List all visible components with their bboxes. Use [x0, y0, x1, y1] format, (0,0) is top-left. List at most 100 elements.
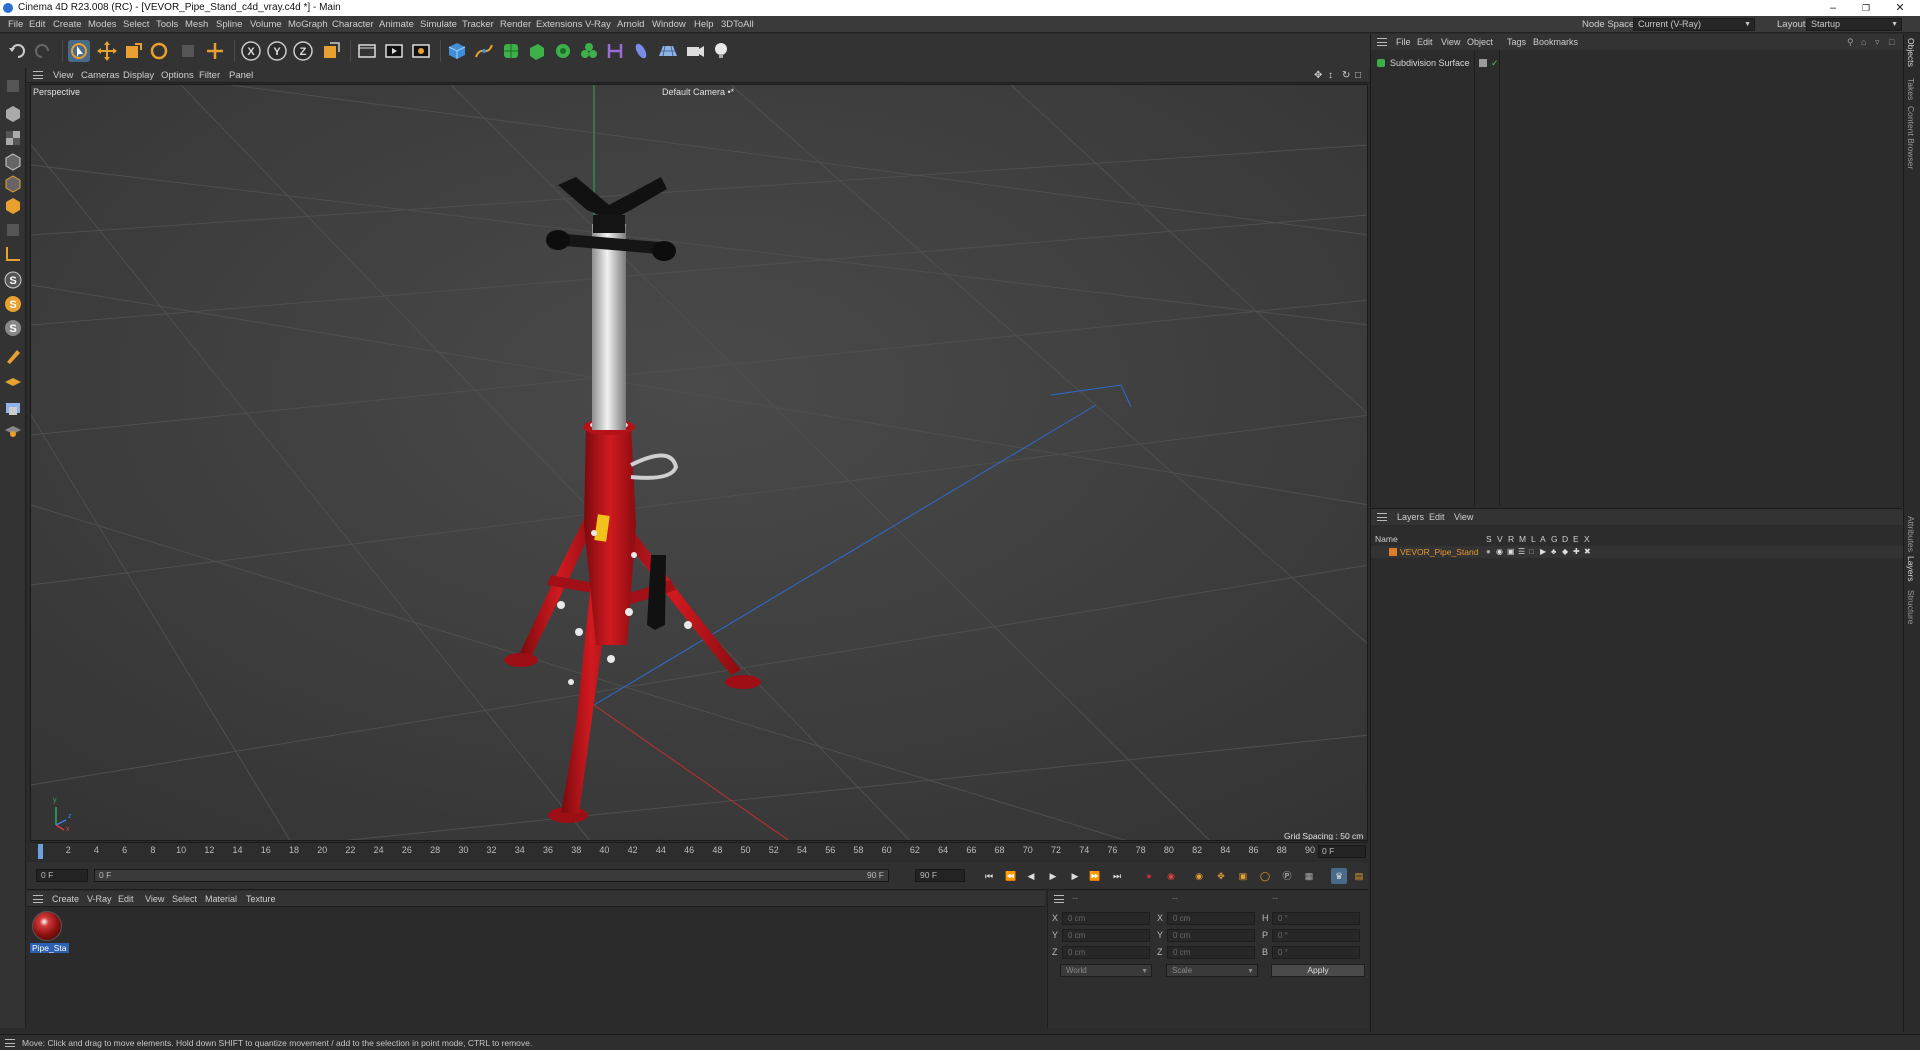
close-button[interactable]: ✕: [1885, 0, 1915, 16]
layers-menu-view[interactable]: View: [1454, 509, 1473, 525]
workplane-icon[interactable]: [3, 244, 23, 264]
menu-animate[interactable]: Animate: [379, 16, 414, 33]
material-menu-view[interactable]: View: [145, 891, 164, 907]
autokey-icon[interactable]: ◉: [1163, 868, 1179, 884]
play-icon[interactable]: ▶: [1045, 868, 1061, 884]
previous-frame-icon[interactable]: ◀: [1023, 868, 1039, 884]
workplane-lock-icon[interactable]: [3, 420, 23, 440]
render-icon[interactable]: ▣: [1507, 546, 1515, 558]
texture-mode-icon[interactable]: [3, 128, 23, 148]
parameter-key-icon[interactable]: Ⓟ: [1279, 868, 1295, 884]
objects-menu-tags[interactable]: Tags: [1507, 34, 1526, 50]
undo-icon[interactable]: [6, 40, 28, 62]
rotation-key-icon[interactable]: ◯: [1257, 868, 1273, 884]
xref-icon[interactable]: ✖: [1584, 546, 1591, 558]
hamburger-menu-icon[interactable]: [33, 895, 43, 903]
material-menu-material[interactable]: Material: [205, 891, 237, 907]
objects-menu-edit[interactable]: Edit: [1417, 34, 1433, 50]
pla-key-icon[interactable]: ▦: [1301, 868, 1317, 884]
hamburger-menu-icon[interactable]: [1054, 895, 1064, 903]
enabled-check-icon[interactable]: ✓: [1491, 57, 1499, 70]
render-to-picture-viewer-icon[interactable]: [383, 40, 405, 62]
menu-edit[interactable]: Edit: [29, 16, 45, 33]
eye-icon[interactable]: ◉: [1496, 546, 1503, 558]
pos-x-field[interactable]: 0 cm: [1062, 912, 1150, 925]
menu-spline[interactable]: Spline: [216, 16, 242, 33]
go-to-start-icon[interactable]: ⏮: [981, 868, 997, 884]
pos-z-field[interactable]: 0 cm: [1062, 946, 1150, 959]
x-axis-lock-icon[interactable]: X: [240, 40, 262, 62]
camera-name-label[interactable]: Default Camera •*: [662, 87, 734, 97]
menu-select[interactable]: Select: [123, 16, 149, 33]
grid-icon[interactable]: [3, 374, 23, 394]
menu-volume[interactable]: Volume: [250, 16, 282, 33]
y-axis-lock-icon[interactable]: Y: [266, 40, 288, 62]
redo-icon[interactable]: [32, 40, 54, 62]
layer-color-swatch[interactable]: [1389, 548, 1397, 556]
solo-dot-icon[interactable]: ●: [1486, 546, 1491, 558]
record-active-icon[interactable]: ●: [1141, 868, 1157, 884]
tab-layers[interactable]: Layers: [1906, 556, 1916, 582]
material-menu-create[interactable]: Create: [52, 891, 79, 907]
pen-spline-icon[interactable]: [473, 40, 495, 62]
scale-key-icon[interactable]: ▣: [1235, 868, 1251, 884]
move-icon[interactable]: [96, 40, 118, 62]
mograph-icon[interactable]: [578, 40, 600, 62]
search-icon[interactable]: ⚲: [1847, 34, 1854, 50]
new-window-icon[interactable]: □: [1889, 34, 1894, 50]
go-to-end-icon[interactable]: ⏭: [1109, 868, 1125, 884]
layer-col-render[interactable]: R: [1508, 533, 1514, 545]
menu-window[interactable]: Window: [652, 16, 686, 33]
hamburger-menu-icon[interactable]: [1377, 513, 1387, 521]
light-icon[interactable]: [710, 40, 732, 62]
hamburger-menu-icon[interactable]: [5, 1039, 15, 1047]
layer-col-manager[interactable]: M: [1519, 533, 1526, 545]
size-y-field[interactable]: 0 cm: [1167, 929, 1255, 942]
objects-menu-file[interactable]: File: [1396, 34, 1411, 50]
rotate-icon[interactable]: [148, 40, 170, 62]
live-selection-icon[interactable]: [68, 40, 90, 62]
menu-modes[interactable]: Modes: [88, 16, 117, 33]
coordinate-space-dropdown[interactable]: World ▼: [1060, 964, 1152, 977]
deformer-icon[interactable]: [604, 40, 626, 62]
layer-col-deformers[interactable]: D: [1562, 533, 1568, 545]
layer-col-xref[interactable]: X: [1584, 533, 1590, 545]
playhead[interactable]: [38, 844, 43, 859]
timeline-mode-icon[interactable]: ♛: [1331, 868, 1347, 884]
timeline-ruler[interactable]: 0246810121416182022242628303234363840424…: [30, 842, 1368, 860]
material-menu-select[interactable]: Select: [172, 891, 197, 907]
object-row-subdivision-surface[interactable]: Subdivision Surface ✓: [1371, 57, 1903, 70]
solo-icon[interactable]: S: [3, 318, 23, 338]
next-key-icon[interactable]: ⏩: [1087, 868, 1103, 884]
menu-help[interactable]: Help: [694, 16, 714, 33]
scale-icon[interactable]: [122, 40, 144, 62]
layer-col-generators[interactable]: G: [1551, 533, 1558, 545]
end-frame-field[interactable]: 90 F: [915, 869, 965, 882]
maximize-view-icon[interactable]: □: [1355, 68, 1361, 83]
model-mode-icon[interactable]: [3, 104, 23, 124]
coordinate-system-icon[interactable]: [320, 40, 342, 62]
expressions-icon[interactable]: ✚: [1573, 546, 1580, 558]
pos-y-field[interactable]: 0 cm: [1062, 929, 1150, 942]
menu-simulate[interactable]: Simulate: [420, 16, 457, 33]
points-mode-icon[interactable]: [3, 152, 23, 172]
viewport-menu-view[interactable]: View: [53, 68, 73, 83]
manager-icon[interactable]: ☰: [1518, 546, 1525, 558]
apply-button[interactable]: Apply: [1271, 964, 1365, 977]
filter-icon[interactable]: ▿: [1875, 34, 1880, 50]
animation-icon[interactable]: ▶: [1540, 546, 1546, 558]
object-name[interactable]: Subdivision Surface: [1390, 57, 1470, 70]
menu-file[interactable]: File: [8, 16, 23, 33]
rotate-view-icon[interactable]: ↻: [1342, 68, 1350, 83]
visibility-toggle-icon[interactable]: [1479, 59, 1487, 67]
subdivision-surface-icon[interactable]: [500, 40, 522, 62]
hamburger-menu-icon[interactable]: [33, 71, 43, 79]
paint-icon[interactable]: [3, 346, 23, 366]
home-icon[interactable]: ⌂: [1861, 34, 1866, 50]
object-axis-icon[interactable]: [3, 220, 23, 240]
edges-mode-icon[interactable]: [3, 174, 23, 194]
tab-content-browser[interactable]: Content Browser: [1906, 106, 1916, 169]
snap-icon[interactable]: S: [3, 270, 23, 290]
make-editable-icon[interactable]: [3, 76, 23, 96]
lock-icon[interactable]: □: [1529, 546, 1534, 558]
